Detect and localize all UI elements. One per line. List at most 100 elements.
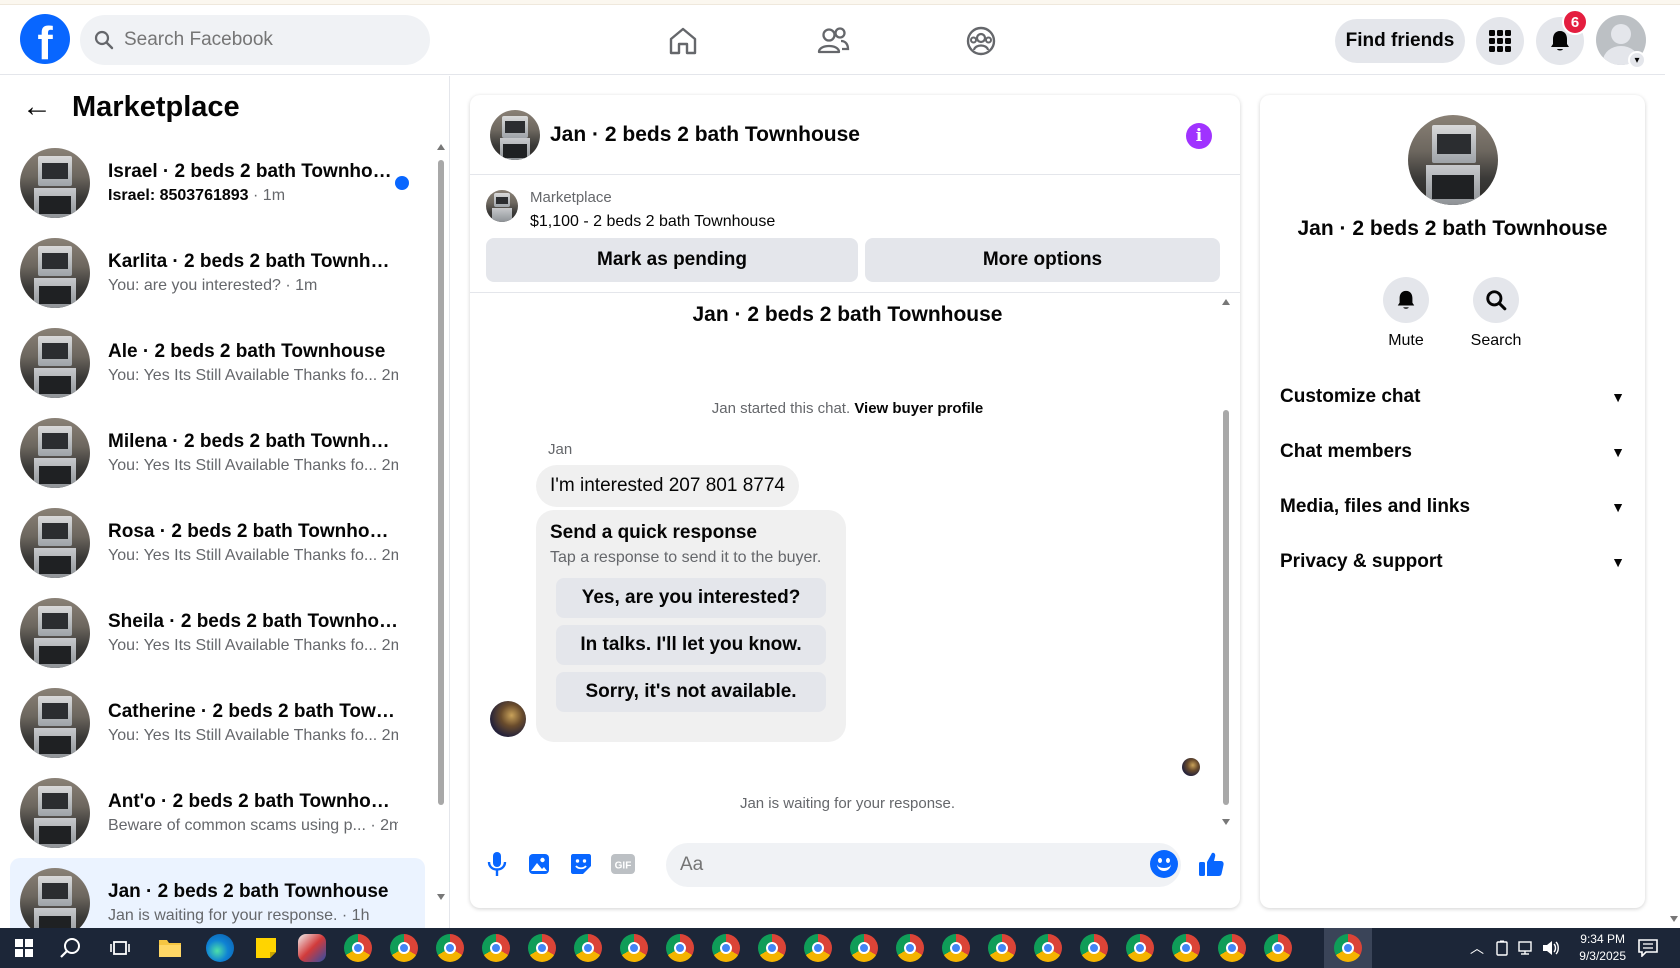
- privacy-support-section[interactable]: Privacy & support ▼: [1280, 542, 1625, 582]
- quick-response-yes-button[interactable]: Yes, are you interested?: [556, 578, 826, 618]
- chrome-profile-icon[interactable]: [528, 934, 556, 962]
- view-buyer-profile-link[interactable]: View buyer profile: [854, 400, 983, 417]
- message-input-box[interactable]: [666, 843, 1181, 887]
- chat-listing-avatar[interactable]: [490, 109, 540, 160]
- back-arrow-icon[interactable]: ←: [22, 90, 52, 124]
- sticky-notes-icon[interactable]: [254, 936, 278, 960]
- conversation-item-active[interactable]: Jan · 2 beds 2 bath Townhouse Jan is wait…: [10, 858, 425, 928]
- listing-thumbnail: [20, 508, 90, 578]
- info-icon[interactable]: i: [1186, 123, 1212, 149]
- groups-icon[interactable]: [961, 23, 1001, 59]
- chrome-profile-icon[interactable]: [666, 934, 694, 962]
- chrome-profile-icon[interactable]: [620, 934, 648, 962]
- conversation-item[interactable]: Catherine · 2 beds 2 bath Townh... You: Y…: [10, 678, 425, 768]
- incoming-message-bubble[interactable]: I'm interested 207 801 8774: [536, 465, 799, 507]
- emoji-icon[interactable]: [1150, 850, 1178, 878]
- conversation-item[interactable]: Israel · 2 beds 2 bath Townhouse Israel: …: [10, 138, 425, 228]
- find-friends-button[interactable]: Find friends: [1335, 19, 1465, 63]
- conversation-item[interactable]: Ale · 2 beds 2 bath Townhouse You: Yes It…: [10, 318, 425, 408]
- scroll-down-arrow-icon[interactable]: [437, 894, 445, 900]
- clock-date: 9/3/2025: [1579, 949, 1626, 963]
- message-input[interactable]: [680, 854, 1100, 876]
- sticker-icon[interactable]: [566, 849, 596, 879]
- chrome-profile-icon[interactable]: [1264, 934, 1292, 962]
- notifications-button[interactable]: 6: [1536, 9, 1588, 65]
- chat-details-avatar[interactable]: [1408, 115, 1498, 205]
- chrome-profile-icon[interactable]: [436, 934, 464, 962]
- search-label: Search: [1470, 332, 1522, 349]
- conversation-item[interactable]: Sheila · 2 beds 2 bath Townhouse You: Yes…: [10, 588, 425, 678]
- media-files-links-section[interactable]: Media, files and links ▼: [1280, 487, 1625, 527]
- quick-response-not-available-button[interactable]: Sorry, it's not available.: [556, 672, 826, 712]
- file-explorer-icon[interactable]: [158, 937, 182, 959]
- edge-browser-icon[interactable]: [206, 934, 234, 962]
- notification-count-badge: 6: [1562, 9, 1588, 35]
- volume-icon[interactable]: [1542, 940, 1560, 956]
- notification-center-icon[interactable]: [1638, 939, 1658, 957]
- home-icon[interactable]: [663, 23, 703, 59]
- thread-scrollbar[interactable]: [1222, 295, 1230, 825]
- microphone-icon[interactable]: [482, 849, 512, 879]
- chrome-profile-icon[interactable]: [804, 934, 832, 962]
- customize-chat-section[interactable]: Customize chat ▼: [1280, 377, 1625, 417]
- conversation-item[interactable]: Karlita · 2 beds 2 bath Townhouse You: ar…: [10, 228, 425, 318]
- chrome-profile-icon[interactable]: [1126, 934, 1154, 962]
- listing-price[interactable]: $1,100 - 2 beds 2 bath Townhouse: [530, 213, 775, 231]
- search-in-chat-button[interactable]: Search: [1456, 277, 1536, 350]
- conversation-item[interactable]: Milena · 2 beds 2 bath Townhouse You: Yes…: [10, 408, 425, 498]
- conversation-preview: You: Yes Its Still Available Thanks fo..…: [108, 457, 398, 474]
- mark-as-pending-button[interactable]: Mark as pending: [486, 238, 858, 282]
- task-view-icon[interactable]: [110, 939, 130, 957]
- conversation-item[interactable]: Rosa · 2 beds 2 bath Townhouse You: Yes I…: [10, 498, 425, 588]
- mute-button[interactable]: Mute: [1366, 277, 1446, 350]
- page-scrollbar[interactable]: [1668, 76, 1680, 928]
- chrome-profile-icon[interactable]: [1080, 934, 1108, 962]
- chrome-profile-icon[interactable]: [482, 934, 510, 962]
- facebook-logo-icon[interactable]: f: [20, 14, 70, 64]
- chrome-profile-icon[interactable]: [758, 934, 786, 962]
- network-icon[interactable]: [1518, 940, 1536, 956]
- chrome-profile-icon-active[interactable]: [1334, 934, 1362, 962]
- search-input[interactable]: [124, 29, 394, 51]
- gif-icon[interactable]: GIF: [608, 849, 638, 879]
- chrome-profile-icon[interactable]: [1218, 934, 1246, 962]
- taskbar-search-icon[interactable]: [60, 937, 82, 959]
- chrome-profile-icon[interactable]: [850, 934, 878, 962]
- chrome-profile-icon[interactable]: [390, 934, 418, 962]
- quick-response-in-talks-button[interactable]: In talks. I'll let you know.: [556, 625, 826, 665]
- scrollbar-thumb[interactable]: [1223, 410, 1229, 805]
- photo-icon[interactable]: [524, 849, 554, 879]
- scroll-down-arrow-icon[interactable]: [1222, 819, 1230, 825]
- tray-expand-icon[interactable]: ︿: [1470, 938, 1484, 958]
- conversation-item[interactable]: Ant'o · 2 beds 2 bath Townhouse Beware of…: [10, 768, 425, 858]
- menu-grid-button[interactable]: [1476, 17, 1524, 65]
- chrome-profile-icon[interactable]: [1172, 934, 1200, 962]
- sender-avatar[interactable]: [490, 701, 526, 737]
- friends-icon[interactable]: [813, 23, 853, 59]
- system-clock[interactable]: 9:34 PM 9/3/2025: [1579, 931, 1626, 965]
- more-options-button[interactable]: More options: [865, 238, 1220, 282]
- chat-title[interactable]: Jan · 2 beds 2 bath Townhouse: [550, 123, 860, 147]
- thumbs-up-icon[interactable]: [1196, 849, 1226, 879]
- scrollbar-thumb[interactable]: [438, 160, 444, 805]
- chrome-profile-icon[interactable]: [344, 934, 372, 962]
- chrome-profile-icon[interactable]: [1034, 934, 1062, 962]
- chrome-profile-icon[interactable]: [988, 934, 1016, 962]
- scroll-up-arrow-icon[interactable]: [1222, 299, 1230, 305]
- chat-members-section[interactable]: Chat members ▼: [1280, 432, 1625, 472]
- chevron-down-icon[interactable]: ▾: [1628, 51, 1646, 69]
- chrome-profile-icon[interactable]: [712, 934, 740, 962]
- chrome-profile-icon[interactable]: [574, 934, 602, 962]
- battery-icon[interactable]: [1494, 940, 1510, 956]
- app-icon[interactable]: [298, 934, 326, 962]
- scroll-up-arrow-icon[interactable]: [437, 144, 445, 150]
- scroll-down-arrow-icon[interactable]: [1670, 916, 1678, 922]
- chrome-profile-icon[interactable]: [896, 934, 924, 962]
- windows-start-icon[interactable]: [15, 939, 33, 957]
- listing-thumbnail: [20, 418, 90, 488]
- search-box[interactable]: [80, 15, 430, 65]
- listing-thumbnail[interactable]: [486, 190, 518, 222]
- chevron-down-icon: ▼: [1611, 389, 1625, 405]
- chrome-profile-icon[interactable]: [942, 934, 970, 962]
- sidebar-scrollbar[interactable]: [437, 140, 445, 900]
